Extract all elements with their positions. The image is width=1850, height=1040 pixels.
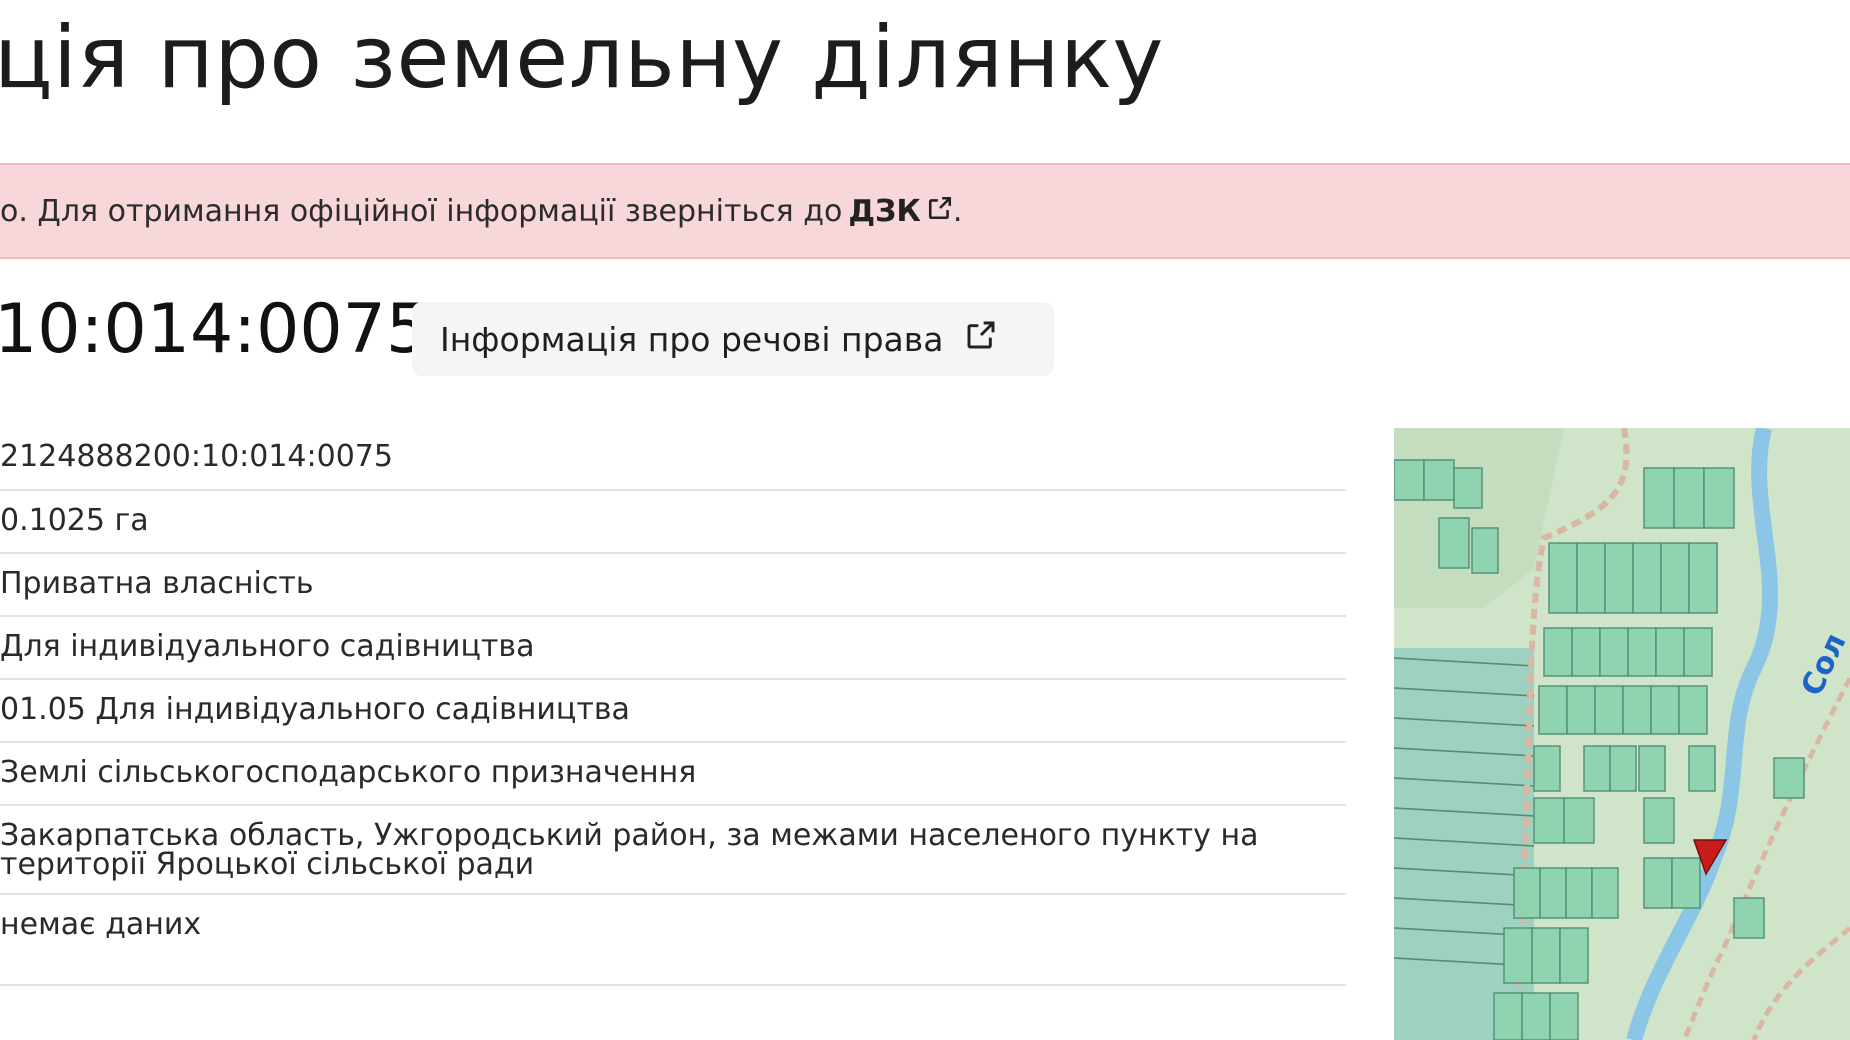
external-link-icon[interactable] (927, 194, 953, 229)
cadastral-number-heading: 10:014:0075 (0, 290, 430, 369)
dzk-link[interactable]: ДЗК (848, 194, 921, 229)
parcel-map[interactable]: Сол (1394, 428, 1850, 1040)
property-rights-label: Інформація про речові права (440, 319, 944, 359)
detail-row-address: Закарпатська область, Ужгородський район… (0, 806, 1346, 895)
property-rights-button[interactable]: Інформація про речові права (412, 302, 1054, 376)
detail-row-category: Землі сільськогосподарського призначення (0, 743, 1346, 806)
detail-row-purpose: Для індивідуального садівництва (0, 617, 1346, 680)
external-link-icon (965, 319, 997, 359)
alert-suffix: . (952, 193, 963, 229)
detail-row-notes: немає даних (0, 895, 1346, 986)
parcel-map-canvas[interactable]: Сол (1394, 428, 1850, 1040)
alert-text: о. Для отримання офіційної інформації зв… (0, 193, 843, 229)
detail-row-ownership: Приватна власність (0, 554, 1346, 617)
page-title: ція про земельну ділянку (0, 8, 1164, 108)
detail-row-purpose-code: 01.05 Для індивідуального садівництва (0, 680, 1346, 743)
disclaimer-alert: о. Для отримання офіційної інформації зв… (0, 163, 1850, 259)
detail-row-area: 0.1025 га (0, 491, 1346, 554)
detail-row-cadastral: 2124888200:10:014:0075 (0, 428, 1346, 491)
parcel-details-list: 2124888200:10:014:0075 0.1025 га Приватн… (0, 428, 1346, 986)
